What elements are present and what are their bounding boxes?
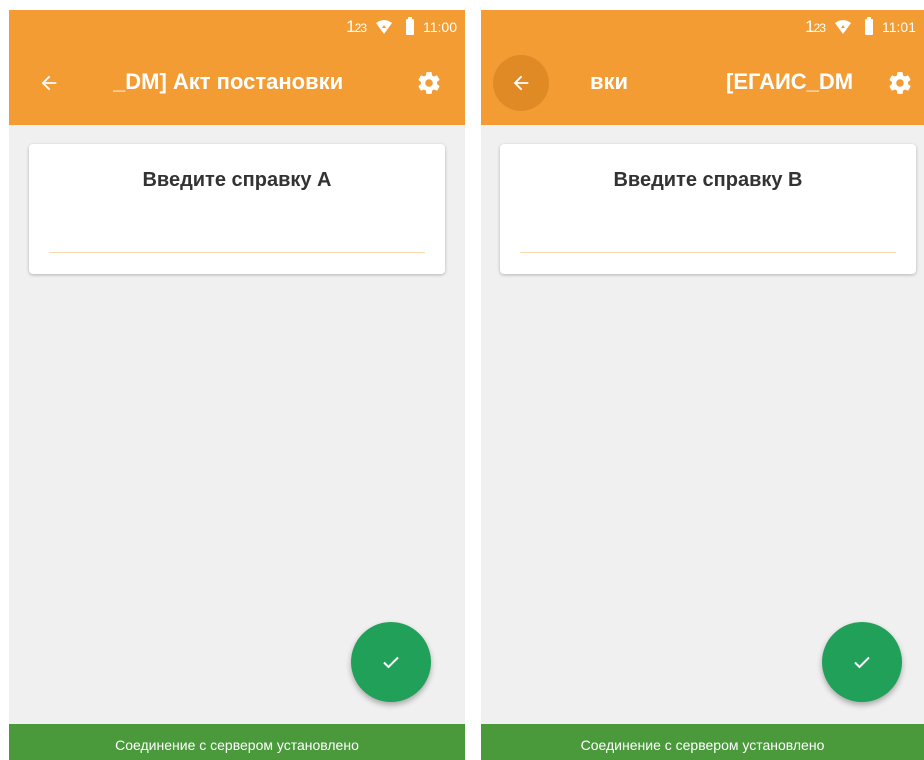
screen-left: 123 11:00 _DM] Акт постановки Введите сп… xyxy=(9,10,465,760)
connection-status-text: Соединение с сервером установлено xyxy=(115,737,359,753)
app-toolbar: _DM] Акт постановки xyxy=(9,43,465,125)
back-button[interactable] xyxy=(493,55,549,111)
connection-status-bar: Соединение с сервером установлено xyxy=(481,724,924,760)
settings-button[interactable] xyxy=(414,68,444,98)
page-title: _DM] Акт постановки xyxy=(113,69,344,94)
status-bar: 123 11:00 xyxy=(9,10,465,43)
signal-icon xyxy=(835,19,851,34)
settings-button[interactable] xyxy=(885,68,915,98)
arrow-back-icon xyxy=(513,75,529,91)
input-card: Введите справку А xyxy=(29,144,445,274)
connection-status-text: Соединение с сервером установлено xyxy=(580,737,825,753)
battery-icon xyxy=(865,16,873,35)
connection-status-bar: Соединение с сервером установлено xyxy=(9,724,465,760)
reference-input[interactable] xyxy=(49,220,425,253)
card-title: Введите справку А xyxy=(142,169,332,191)
page-title-scrolled-part: вки xyxy=(590,69,629,94)
input-card: Введите справку B xyxy=(500,144,916,274)
check-icon xyxy=(383,656,399,669)
signal-icon xyxy=(376,19,392,34)
status-bar: 123 11:01 xyxy=(481,10,924,43)
check-icon xyxy=(854,656,870,669)
back-button[interactable] xyxy=(21,55,77,111)
reference-input[interactable] xyxy=(520,220,896,253)
arrow-back-icon xyxy=(41,75,57,91)
sim-indicator: 123 xyxy=(346,16,367,36)
battery-icon xyxy=(406,16,414,35)
confirm-button[interactable] xyxy=(822,622,902,702)
page-title: [ЕГАИС_DM] Акт постановки xyxy=(726,69,853,94)
settings-gear-icon xyxy=(418,72,440,94)
status-time: 11:01 xyxy=(882,18,916,35)
sim-indicator: 123 xyxy=(805,16,826,36)
app-toolbar: вки [ЕГАИС_DM] Акт постановки xyxy=(481,43,924,125)
screen-right: 123 11:01 вки [ЕГАИС_DM] Акт постановки … xyxy=(481,10,924,760)
confirm-button[interactable] xyxy=(351,622,431,702)
settings-gear-icon xyxy=(889,72,911,94)
card-title: Введите справку B xyxy=(613,169,803,191)
status-time: 11:00 xyxy=(423,18,457,35)
